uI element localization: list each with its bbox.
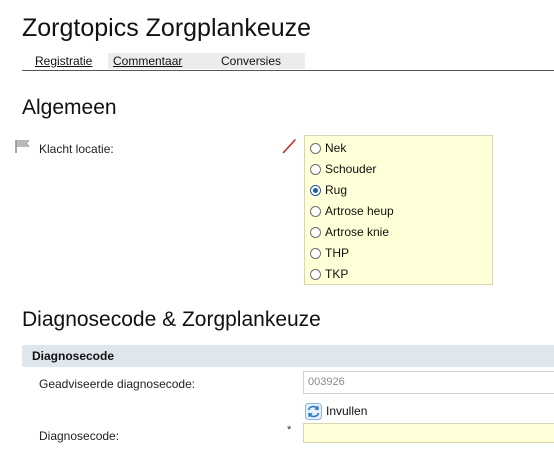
group-header-diagnosecode: Diagnosecode [22, 345, 554, 367]
tab-commentaar-label: Commentaar [113, 54, 183, 68]
invullen-button[interactable]: Invullen [305, 402, 367, 420]
section-heading-algemeen: Algemeen [22, 96, 117, 119]
tab-bar: Registratie Commentaar Conversies [22, 53, 305, 69]
radio-option-artrose-knie[interactable]: Artrose knie [310, 224, 389, 240]
klacht-locatie-radio-group: Nek Schouder Rug Artrose heup Artrose kn… [304, 135, 493, 285]
tab-conversies-label: Conversies [221, 54, 282, 68]
required-marker: * [287, 424, 292, 436]
section-heading-diagnosecode-zorgplankeuze: Diagnosecode & Zorgplankeuze [22, 308, 321, 331]
radio-button[interactable] [310, 205, 321, 217]
page-title: Zorgtopics Zorgplankeuze [22, 14, 312, 42]
group-title: Diagnosecode [32, 349, 115, 363]
diagnosecode-label: Diagnosecode: [39, 429, 120, 443]
radio-label: TKP [325, 267, 349, 281]
radio-button[interactable] [310, 226, 321, 238]
radio-option-tkp[interactable]: TKP [310, 266, 348, 282]
geadviseerde-diagnosecode-label: Geadviseerde diagnosecode: [39, 377, 196, 391]
radio-button[interactable] [310, 163, 321, 175]
radio-button[interactable] [310, 142, 321, 154]
radio-option-artrose-heup[interactable]: Artrose heup [310, 203, 394, 219]
radio-label: Rug [325, 183, 348, 197]
radio-option-nek[interactable]: Nek [310, 140, 346, 156]
tab-conversies[interactable]: Conversies [193, 53, 305, 69]
radio-button-selected[interactable] [310, 184, 321, 196]
radio-label: Nek [325, 141, 347, 155]
tab-commentaar[interactable]: Commentaar [108, 53, 193, 69]
radio-label: Artrose knie [325, 225, 390, 239]
tab-registratie[interactable]: Registratie [22, 53, 108, 69]
radio-option-thp[interactable]: THP [310, 245, 349, 261]
radio-option-rug[interactable]: Rug [310, 182, 347, 198]
tab-registratie-label: Registratie [35, 54, 93, 68]
geadviseerde-diagnosecode-field: 003926 [303, 371, 554, 394]
radio-label: Artrose heup [325, 204, 394, 218]
radio-label: Schouder [325, 162, 377, 176]
pencil-icon[interactable] [281, 138, 297, 154]
radio-button[interactable] [310, 268, 321, 280]
radio-label: THP [325, 246, 349, 260]
flag-icon[interactable] [14, 139, 32, 153]
radio-option-schouder[interactable]: Schouder [310, 161, 376, 177]
diagnosecode-input[interactable] [303, 423, 554, 443]
invullen-label: Invullen [326, 404, 368, 418]
klacht-locatie-label: Klacht locatie: [39, 142, 114, 156]
radio-button[interactable] [310, 247, 321, 259]
refresh-icon [305, 402, 322, 420]
tab-divider [22, 70, 554, 71]
